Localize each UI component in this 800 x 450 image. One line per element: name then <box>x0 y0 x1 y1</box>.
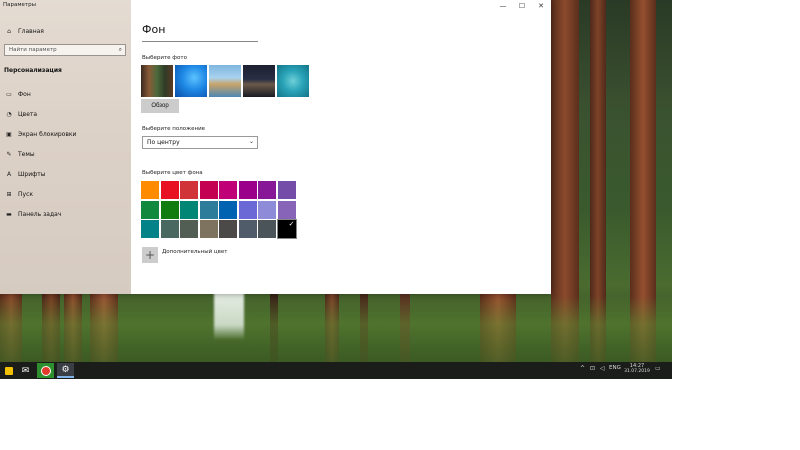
bg-color-label: Выберите цвет фона <box>142 170 203 176</box>
taskbar-icon: ▬ <box>6 210 12 218</box>
sidebar-item-label: Цвета <box>18 110 38 118</box>
brush-icon: ✎ <box>6 150 12 158</box>
color-swatch[interactable]: ✓ <box>276 219 297 239</box>
sidebar: Параметры ⌂ Главная Найти параметр ⌕ Пер… <box>0 0 131 294</box>
color-swatch[interactable] <box>180 220 198 238</box>
sidebar-item-label: Экран блокировки <box>18 130 77 138</box>
sidebar-item-colors[interactable]: ◔ Цвета <box>5 109 37 119</box>
browser-icon[interactable] <box>37 363 54 378</box>
color-swatch[interactable] <box>258 181 276 199</box>
color-swatch[interactable] <box>238 220 257 238</box>
custom-color-label: Дополнительный цвет <box>162 249 228 255</box>
color-swatch[interactable] <box>199 200 218 219</box>
add-custom-color-button[interactable]: + <box>142 247 158 263</box>
font-icon: A <box>6 170 12 178</box>
sidebar-item-lock-screen[interactable]: ▣ Экран блокировки <box>5 129 76 139</box>
sidebar-item-home[interactable]: ⌂ Главная <box>5 26 44 36</box>
maximize-button[interactable]: ☐ <box>513 2 531 10</box>
photo-thumbnail-beach[interactable] <box>209 65 241 97</box>
color-swatch[interactable] <box>180 181 198 199</box>
choose-photo-label: Выберите фото <box>142 55 187 61</box>
sidebar-item-themes[interactable]: ✎ Темы <box>5 149 35 159</box>
color-swatch[interactable] <box>258 200 276 219</box>
palette-icon: ◔ <box>6 110 12 118</box>
taskbar: ✉ ⚙ ^ ⊡ ◁ ENG 14:27 31.07.2019 ▭ <box>0 362 672 379</box>
search-input[interactable]: Найти параметр ⌕ <box>4 44 126 56</box>
page-title: Фон <box>142 23 166 36</box>
mail-icon[interactable]: ✉ <box>17 363 34 378</box>
color-swatch[interactable] <box>160 220 179 238</box>
home-icon: ⌂ <box>7 27 11 35</box>
photo-thumbnail-underwater[interactable] <box>277 65 309 97</box>
position-label: Выберите положение <box>142 126 206 132</box>
main-panel: — ☐ ✕ Фон Выберите фото Обзор Выберите п… <box>131 0 551 294</box>
color-swatch[interactable] <box>180 200 198 219</box>
color-swatch[interactable] <box>219 200 237 219</box>
close-button[interactable]: ✕ <box>532 2 550 10</box>
sidebar-item-label: Фон <box>18 90 31 98</box>
minimize-button[interactable]: — <box>494 2 512 10</box>
start-icon: ⊞ <box>6 190 12 198</box>
section-title: Персонализация <box>4 67 62 74</box>
color-swatch[interactable] <box>219 220 237 238</box>
desktop: Параметры ⌂ Главная Найти параметр ⌕ Пер… <box>0 0 672 379</box>
foliage <box>0 296 672 366</box>
color-swatch[interactable] <box>277 181 296 199</box>
color-swatch[interactable] <box>160 200 179 219</box>
settings-gear-icon[interactable]: ⚙ <box>57 363 74 378</box>
color-swatch[interactable] <box>141 220 159 238</box>
position-value: По центру <box>147 139 180 146</box>
color-swatch[interactable] <box>219 181 237 199</box>
color-swatch[interactable] <box>277 200 296 219</box>
sidebar-item-label: Пуск <box>18 190 33 198</box>
sidebar-item-fonts[interactable]: A Шрифты <box>5 169 46 179</box>
store-bag-icon <box>4 366 13 375</box>
sidebar-item-label: Темы <box>18 150 35 158</box>
color-swatch[interactable] <box>238 200 257 219</box>
clock-date: 31.07.2019 <box>624 369 650 374</box>
settings-window: Параметры ⌂ Главная Найти параметр ⌕ Пер… <box>0 0 551 294</box>
sidebar-item-label: Главная <box>18 27 44 35</box>
title-divider <box>142 41 258 42</box>
lock-screen-icon: ▣ <box>6 130 12 138</box>
waterfall <box>214 290 244 340</box>
language-indicator[interactable]: ENG <box>609 365 621 371</box>
picture-icon: ▭ <box>6 90 12 98</box>
color-swatch[interactable] <box>141 200 159 219</box>
sidebar-item-background[interactable]: ▭ Фон <box>5 89 31 99</box>
chevron-up-icon[interactable]: ^ <box>580 365 585 372</box>
color-swatch[interactable] <box>160 181 179 199</box>
sidebar-item-taskbar[interactable]: ▬ Панель задач <box>5 209 61 219</box>
photo-thumbnail-forest[interactable] <box>141 65 173 97</box>
sidebar-item-label: Панель задач <box>18 210 62 218</box>
store-icon[interactable] <box>0 363 17 378</box>
check-icon: ✓ <box>288 220 295 228</box>
browser-logo-icon <box>40 365 51 376</box>
photo-thumbnail-windows[interactable] <box>175 65 207 97</box>
search-icon: ⌕ <box>118 46 122 53</box>
sidebar-item-label: Шрифты <box>18 170 46 178</box>
color-swatch[interactable] <box>258 220 276 238</box>
sidebar-item-start[interactable]: ⊞ Пуск <box>5 189 33 199</box>
search-placeholder: Найти параметр <box>9 47 57 53</box>
network-icon[interactable]: ⊡ <box>590 365 595 372</box>
photo-thumbnail-night-sky[interactable] <box>243 65 275 97</box>
clock[interactable]: 14:27 31.07.2019 <box>624 363 650 375</box>
color-swatch[interactable] <box>199 220 218 238</box>
volume-icon[interactable]: ◁ <box>600 365 605 372</box>
color-swatch[interactable] <box>238 181 257 199</box>
window-title: Параметры <box>3 2 36 8</box>
chevron-down-icon: ⌄ <box>248 138 254 145</box>
color-swatch[interactable] <box>199 181 218 199</box>
color-swatch[interactable] <box>141 181 159 199</box>
position-select[interactable]: По центру ⌄ <box>142 136 258 149</box>
notifications-icon[interactable]: ▭ <box>655 365 661 372</box>
browse-button[interactable]: Обзор <box>141 99 179 113</box>
plus-icon: + <box>144 248 156 262</box>
